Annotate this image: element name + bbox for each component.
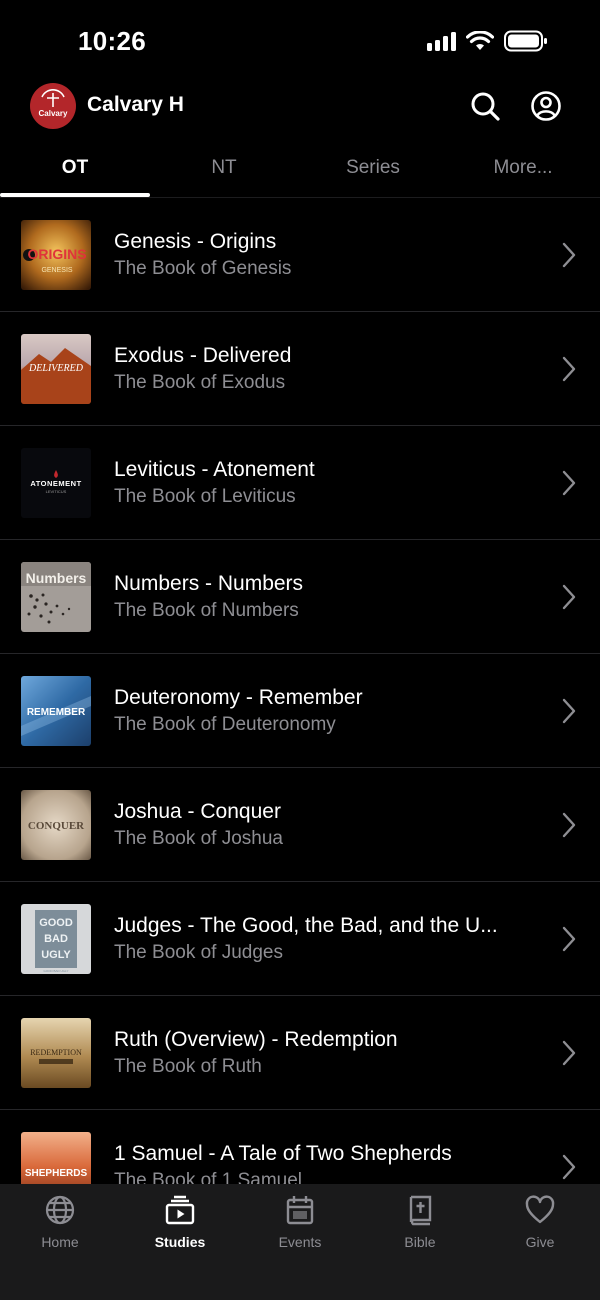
wifi-icon [466, 31, 494, 51]
studies-icon [165, 1195, 195, 1225]
chevron-right-icon [562, 812, 576, 838]
study-subtitle: The Book of Genesis [114, 258, 292, 279]
study-title: Judges - The Good, the Bad, and the U... [114, 914, 498, 937]
nav-label: Studies [154, 1234, 206, 1250]
calendar-icon [286, 1196, 314, 1225]
nav-bible[interactable]: Bible [360, 1184, 480, 1264]
list-item[interactable]: REDEMPTION Ruth (Overview) - Redemption … [0, 996, 600, 1110]
cellular-signal-icon [427, 31, 456, 51]
active-tab-indicator [0, 193, 150, 197]
tab-nt[interactable]: NT [149, 140, 299, 196]
artwork-title: ATONEMENT [30, 479, 81, 488]
study-subtitle: The Book of Judges [114, 942, 283, 963]
list-item[interactable]: DELIVERED Exodus - Delivered The Book of… [0, 312, 600, 426]
study-subtitle: The Book of Ruth [114, 1056, 262, 1077]
series-artwork: CONQUER [21, 790, 91, 860]
logo-text: Calvary [38, 109, 68, 118]
search-icon[interactable] [469, 90, 501, 122]
artwork-title: GOOD BAD UGLY [44, 969, 69, 973]
study-title: Leviticus - Atonement [114, 458, 315, 481]
study-title: Numbers - Numbers [114, 572, 304, 595]
status-icons [427, 30, 548, 52]
chevron-right-icon [562, 356, 576, 382]
bottom-nav: Home Studies Events Bible Give [0, 1184, 600, 1300]
study-title: Genesis - Origins [114, 230, 277, 253]
artwork-subtitle: LEVITICUS [46, 489, 67, 494]
category-tabs: OT NT Series More... [0, 140, 600, 198]
study-subtitle: The Book of Numbers [114, 600, 299, 621]
artwork-title: SHEPHERDS [25, 1168, 88, 1179]
tab-series[interactable]: Series [298, 140, 448, 196]
app-header: Calvary Calvary H [0, 82, 600, 130]
study-subtitle: The Book of 1 Samuel [114, 1170, 302, 1184]
list-item[interactable]: SHEPHERDS 1 Samuel - A Tale of Two Sheph… [0, 1110, 600, 1184]
nav-label: Give [525, 1234, 555, 1250]
heart-icon [525, 1195, 555, 1224]
chevron-right-icon [562, 242, 576, 268]
studies-list[interactable]: ORIGINS GENESIS Genesis - Origins The Bo… [0, 198, 600, 1184]
series-artwork: GOOD BAD UGLY GOOD BAD UGLY [21, 904, 91, 974]
svg-text:BAD: BAD [44, 933, 68, 945]
nav-give[interactable]: Give [480, 1184, 600, 1264]
series-artwork: ORIGINS GENESIS [21, 220, 91, 290]
artwork-title: REDEMPTION [30, 1048, 82, 1057]
artwork-title: Numbers [26, 570, 87, 586]
status-time: 10:26 [78, 26, 146, 56]
study-title: Deuteronomy - Remember [114, 686, 363, 709]
study-subtitle: The Book of Deuteronomy [114, 714, 336, 735]
bible-icon [409, 1195, 432, 1226]
series-artwork: DELIVERED [21, 334, 91, 404]
chevron-right-icon [562, 1040, 576, 1066]
nav-label: Bible [404, 1234, 436, 1250]
battery-icon [504, 30, 548, 52]
study-title: 1 Samuel - A Tale of Two Shepherds [114, 1142, 452, 1165]
svg-text:GOOD: GOOD [39, 917, 73, 929]
svg-text:UGLY: UGLY [41, 949, 71, 961]
status-bar: 10:26 [0, 0, 600, 82]
list-item[interactable]: CONQUER Joshua - Conquer The Book of Jos… [0, 768, 600, 882]
nav-home[interactable]: Home [0, 1184, 120, 1264]
list-item[interactable]: Numbers Numbers - Numbers The Book of Nu… [0, 540, 600, 654]
nav-label: Events [278, 1234, 322, 1250]
church-logo[interactable]: Calvary [30, 83, 76, 129]
tab-ot[interactable]: OT [0, 140, 150, 196]
globe-icon [45, 1195, 75, 1225]
series-artwork: REDEMPTION [21, 1018, 91, 1088]
chevron-right-icon [562, 926, 576, 952]
study-subtitle: The Book of Leviticus [114, 486, 296, 507]
tab-more[interactable]: More... [448, 140, 598, 196]
study-subtitle: The Book of Exodus [114, 372, 286, 393]
nav-events[interactable]: Events [240, 1184, 360, 1264]
chevron-right-icon [562, 698, 576, 724]
chevron-right-icon [562, 584, 576, 610]
series-artwork: SHEPHERDS [21, 1132, 91, 1184]
artwork-title: REMEMBER [27, 707, 86, 718]
study-title: Joshua - Conquer [114, 800, 281, 823]
list-item[interactable]: GOOD BAD UGLY GOOD BAD UGLY Judges - The… [0, 882, 600, 996]
org-name: Calvary H [87, 93, 184, 116]
artwork-title: DELIVERED [28, 363, 84, 374]
artwork-title: CONQUER [28, 820, 85, 832]
series-artwork: ATONEMENT LEVITICUS [21, 448, 91, 518]
study-title: Ruth (Overview) - Redemption [114, 1028, 398, 1051]
list-item[interactable]: REMEMBER Deuteronomy - Remember The Book… [0, 654, 600, 768]
artwork-title: ORIGINS [27, 246, 86, 262]
chevron-right-icon [562, 470, 576, 496]
nav-label: Home [41, 1234, 79, 1250]
study-subtitle: The Book of Joshua [114, 828, 283, 849]
account-icon[interactable] [530, 90, 562, 122]
series-artwork: REMEMBER [21, 676, 91, 746]
list-item[interactable]: ORIGINS GENESIS Genesis - Origins The Bo… [0, 198, 600, 312]
artwork-subtitle: GENESIS [41, 267, 72, 274]
list-item[interactable]: ATONEMENT LEVITICUS Leviticus - Atonemen… [0, 426, 600, 540]
series-artwork: Numbers [21, 562, 91, 632]
study-title: Exodus - Delivered [114, 344, 292, 367]
chevron-right-icon [562, 1154, 576, 1180]
nav-studies[interactable]: Studies [120, 1184, 240, 1264]
